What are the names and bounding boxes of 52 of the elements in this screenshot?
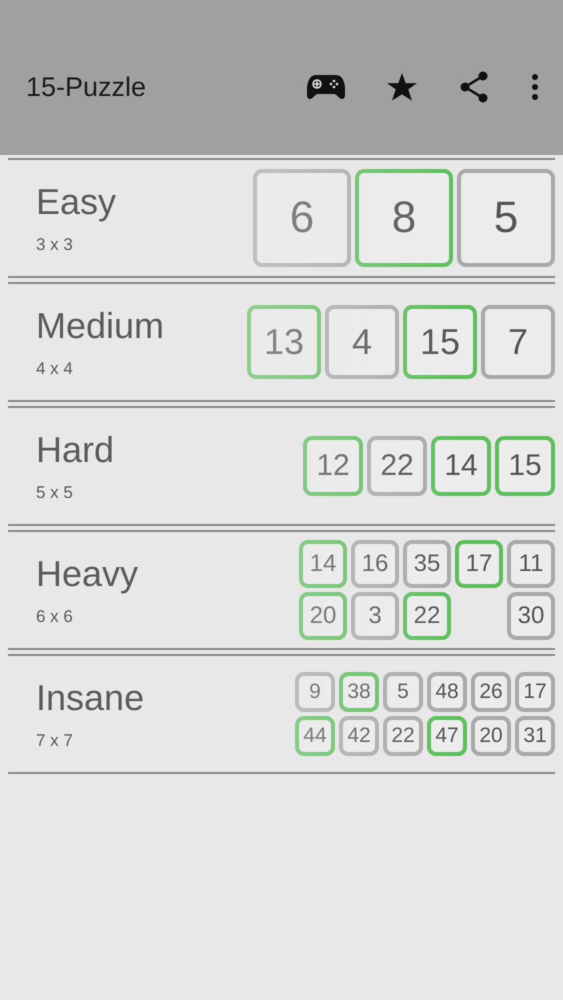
- puzzle-tile: 38: [339, 672, 379, 712]
- puzzle-tile: 11: [507, 540, 555, 588]
- grid-size: 4 x 4: [36, 359, 74, 379]
- share-icon[interactable]: [459, 71, 489, 103]
- app-title: 15-Puzzle: [26, 72, 146, 103]
- grid-size: 5 x 5: [36, 483, 74, 503]
- star-icon[interactable]: [387, 72, 417, 102]
- puzzle-tile: 9: [295, 672, 335, 712]
- overflow-menu-icon[interactable]: [531, 74, 539, 100]
- puzzle-tile: 6: [253, 169, 351, 267]
- grid-size: 7 x 7: [36, 731, 74, 751]
- puzzle-tile: 47: [427, 716, 467, 756]
- grid-size: 3 x 3: [36, 235, 74, 255]
- grid-size: 6 x 6: [36, 607, 74, 627]
- level-item[interactable]: Heavy 6 x 6 14 16 35 17 11 20 3 22 30: [8, 530, 555, 650]
- level-item[interactable]: Hard 5 x 5 12 22 14 15: [8, 406, 555, 526]
- puzzle-tile: 22: [403, 592, 451, 640]
- puzzle-tile: 15: [495, 436, 555, 496]
- gamepad-icon[interactable]: [307, 74, 345, 100]
- puzzle-tile: 44: [295, 716, 335, 756]
- puzzle-tile: 35: [403, 540, 451, 588]
- puzzle-tile: 13: [247, 305, 321, 379]
- puzzle-tile: 5: [457, 169, 555, 267]
- level-name: Hard: [36, 429, 114, 471]
- level-item[interactable]: Medium 4 x 4 13 4 15 7: [8, 282, 555, 402]
- puzzle-tile: 30: [507, 592, 555, 640]
- puzzle-tile: 5: [383, 672, 423, 712]
- puzzle-tile: 8: [355, 169, 453, 267]
- puzzle-tile: 22: [383, 716, 423, 756]
- level-item[interactable]: Easy 3 x 3 6 8 5: [8, 158, 555, 278]
- puzzle-tile: 12: [303, 436, 363, 496]
- puzzle-tile: 14: [431, 436, 491, 496]
- puzzle-tile: 26: [471, 672, 511, 712]
- puzzle-tile: 20: [299, 592, 347, 640]
- level-name: Insane: [36, 677, 144, 719]
- puzzle-tile: 31: [515, 716, 555, 756]
- puzzle-tile: 3: [351, 592, 399, 640]
- puzzle-tile: 17: [515, 672, 555, 712]
- puzzle-tile: 4: [325, 305, 399, 379]
- level-name: Heavy: [36, 553, 138, 595]
- puzzle-tile: 17: [455, 540, 503, 588]
- puzzle-tile: 15: [403, 305, 477, 379]
- puzzle-tile: 48: [427, 672, 467, 712]
- puzzle-tile: 42: [339, 716, 379, 756]
- level-item[interactable]: Insane 7 x 7 9 38 5 48 26 17 44 42 22 47 20 31: [8, 654, 555, 774]
- puzzle-tile: 20: [471, 716, 511, 756]
- puzzle-tile: 7: [481, 305, 555, 379]
- puzzle-tile: 14: [299, 540, 347, 588]
- puzzle-tile: 22: [367, 436, 427, 496]
- puzzle-tile: 16: [351, 540, 399, 588]
- level-name: Medium: [36, 305, 164, 347]
- level-name: Easy: [36, 181, 116, 223]
